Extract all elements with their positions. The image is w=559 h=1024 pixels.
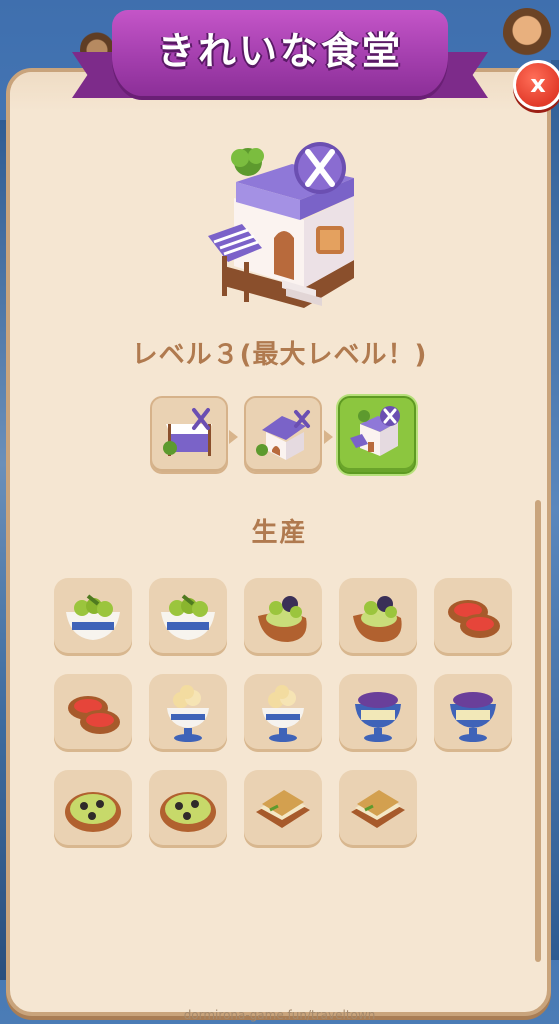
- cream-dessert-cup-item[interactable]: [244, 674, 322, 752]
- production-grid: [54, 578, 514, 858]
- cream-dessert-cup-item[interactable]: [149, 674, 227, 752]
- production-section-title: 生産: [251, 518, 308, 548]
- cheese-sandwich-item[interactable]: [244, 770, 322, 848]
- cheese-sandwich-item[interactable]: [339, 770, 417, 848]
- level-progression: [148, 396, 428, 480]
- olive-pizza-toast-item[interactable]: [54, 770, 132, 848]
- scrollbar[interactable]: [535, 500, 541, 962]
- chevron-right-icon: [324, 430, 333, 444]
- level-status-text: レベル３(最大レベル！): [131, 340, 428, 370]
- watermark-text: dormirona-game.fun/traveltown: [183, 1008, 376, 1022]
- olive-bread-dish-item[interactable]: [339, 578, 417, 656]
- tomato-bread-plate-item[interactable]: [54, 674, 132, 752]
- olive-bowl-item[interactable]: [149, 578, 227, 656]
- olive-bowl-item[interactable]: [54, 578, 132, 656]
- level-3-restaurant[interactable]: [338, 396, 416, 474]
- background-character: [503, 8, 551, 64]
- dialog-title: きれいな食堂: [156, 29, 403, 73]
- title-ribbon: きれいな食堂: [70, 0, 490, 118]
- olive-pizza-toast-item[interactable]: [149, 770, 227, 848]
- background-scene-right: [551, 60, 559, 960]
- grape-dessert-cup-item[interactable]: [339, 674, 417, 752]
- level-2-small-house[interactable]: [244, 396, 322, 474]
- level-1-market-stall[interactable]: [150, 396, 228, 474]
- close-button[interactable]: x: [513, 60, 559, 110]
- grape-dessert-cup-item[interactable]: [434, 674, 512, 752]
- tomato-bread-plate-item[interactable]: [434, 578, 512, 656]
- chevron-right-icon: [229, 430, 238, 444]
- restaurant-building-image: [204, 138, 370, 316]
- olive-bread-dish-item[interactable]: [244, 578, 322, 656]
